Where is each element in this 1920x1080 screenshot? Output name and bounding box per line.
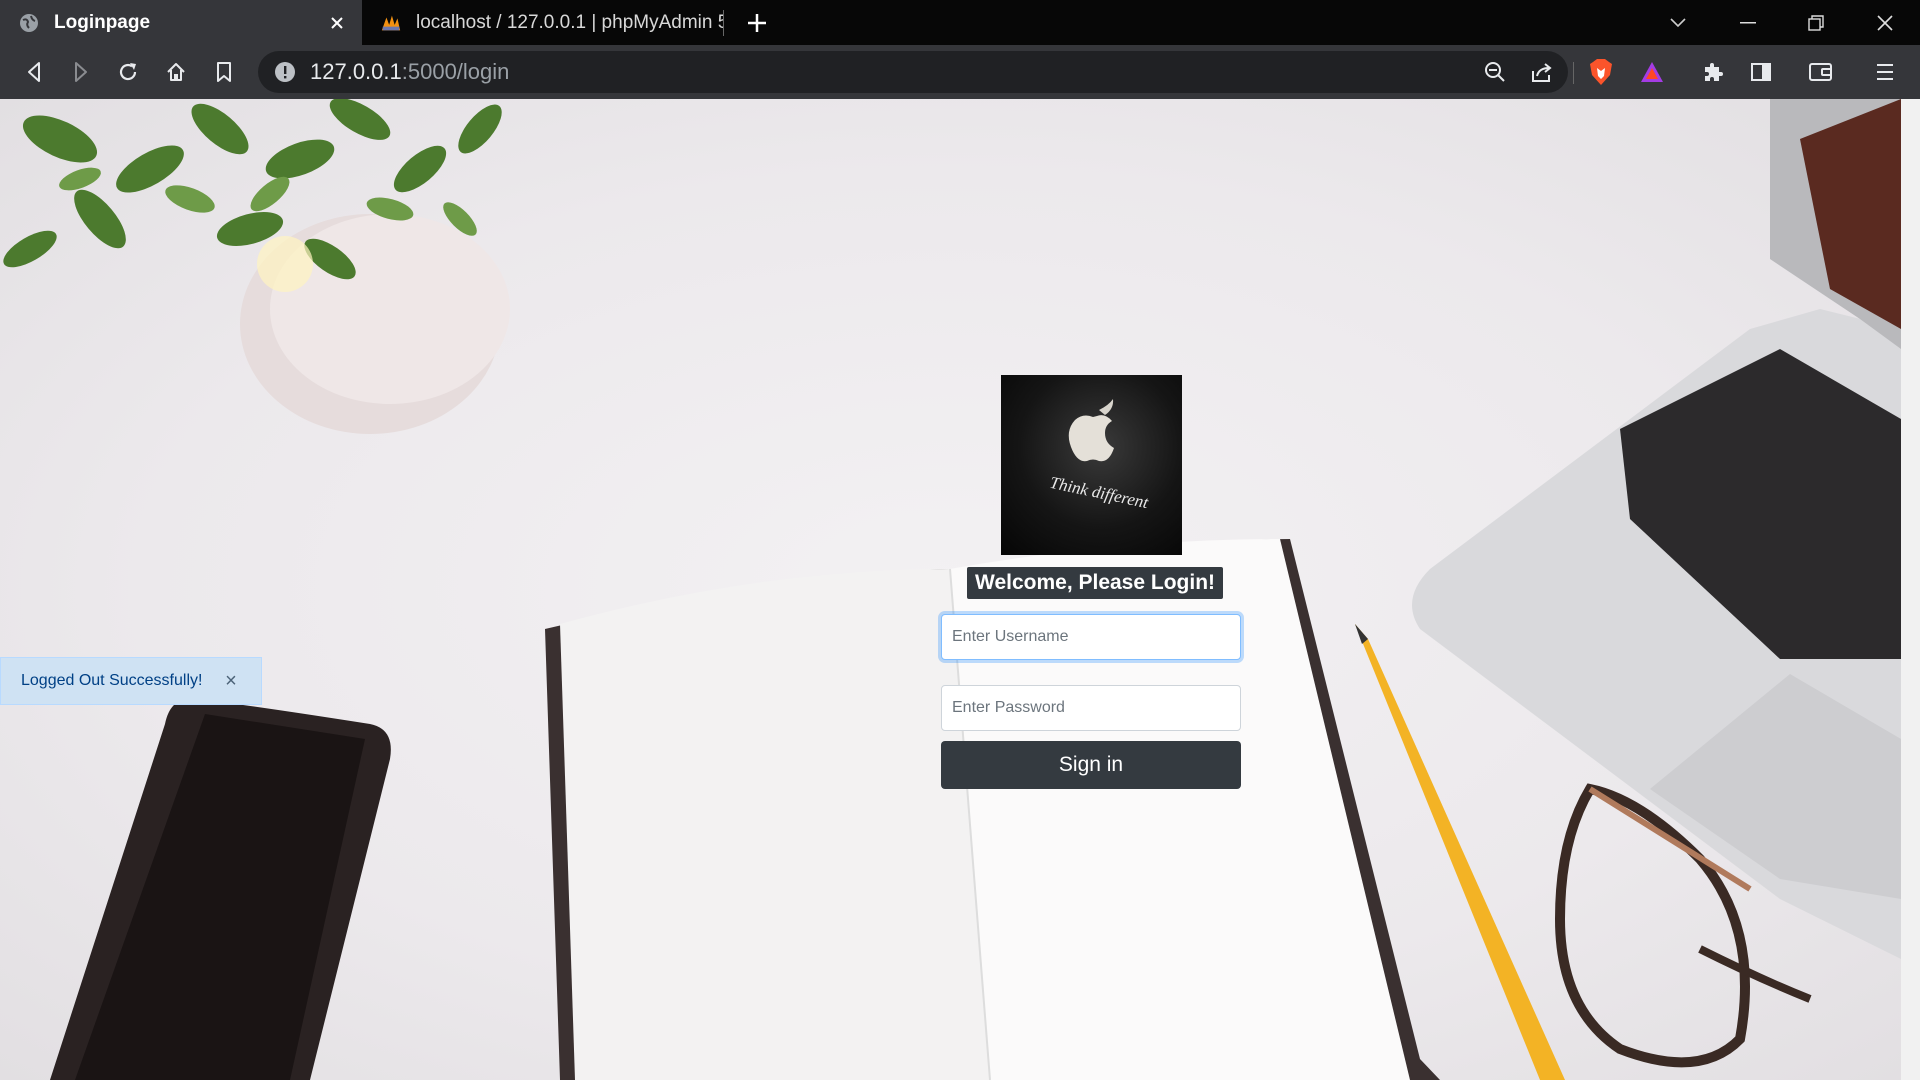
restore-button[interactable] [1786,0,1846,45]
username-input[interactable] [941,614,1241,660]
browser-toolbar: 127.0.0.1:5000/login [0,45,1920,99]
tab-phpmyadmin[interactable]: localhost / 127.0.0.1 | phpMyAdmin 5. [362,0,724,45]
forward-button[interactable] [64,55,98,89]
close-tab-icon[interactable] [326,12,348,34]
zoom-icon[interactable] [1478,55,1512,89]
close-alert-button[interactable]: × [219,669,243,693]
tab-strip: Loginpage localhost / 127.0.0.1 | phpMyA… [0,0,1920,45]
sidebar-icon[interactable] [1744,55,1778,89]
menu-icon[interactable] [1868,55,1902,89]
share-icon[interactable] [1525,55,1559,89]
welcome-heading: Welcome, Please Login! [967,567,1224,599]
logout-alert: Logged Out Successfully! × [0,657,262,705]
brave-shields-icon[interactable] [1584,55,1618,89]
tab-title: localhost / 127.0.0.1 | phpMyAdmin 5. [416,11,724,33]
address-bar[interactable]: 127.0.0.1:5000/login [258,51,1568,93]
tab-divider [723,10,724,36]
globe-icon [18,12,40,34]
close-window-button[interactable] [1855,0,1915,45]
toolbar-divider [1573,62,1574,84]
back-button[interactable] [17,55,51,89]
url-text: 127.0.0.1:5000/login [310,59,510,84]
extensions-icon[interactable] [1696,55,1730,89]
scrollbar[interactable] [1901,99,1920,1080]
minimize-button[interactable] [1718,0,1778,45]
brave-rewards-icon[interactable] [1635,55,1669,89]
password-input[interactable] [941,685,1241,731]
alert-message: Logged Out Successfully! [21,672,203,689]
apple-logo-image: Think different [1001,375,1182,555]
reload-button[interactable] [111,55,145,89]
tab-search-chevron-icon[interactable] [1648,0,1708,45]
sign-in-button[interactable]: Sign in [941,741,1241,789]
apple-icon [1068,399,1114,462]
tab-title: Loginpage [54,11,151,33]
bookmark-icon[interactable] [207,55,241,89]
home-button[interactable] [159,55,193,89]
wallet-icon[interactable] [1804,55,1838,89]
site-info-icon[interactable] [274,61,296,83]
page-background: Logged Out Successfully! × Think differe… [0,99,1901,1080]
desk-background-image [3,99,1901,1080]
new-tab-button[interactable] [742,8,772,38]
tab-loginpage[interactable]: Loginpage [0,0,362,45]
phpmyadmin-icon [380,12,402,34]
